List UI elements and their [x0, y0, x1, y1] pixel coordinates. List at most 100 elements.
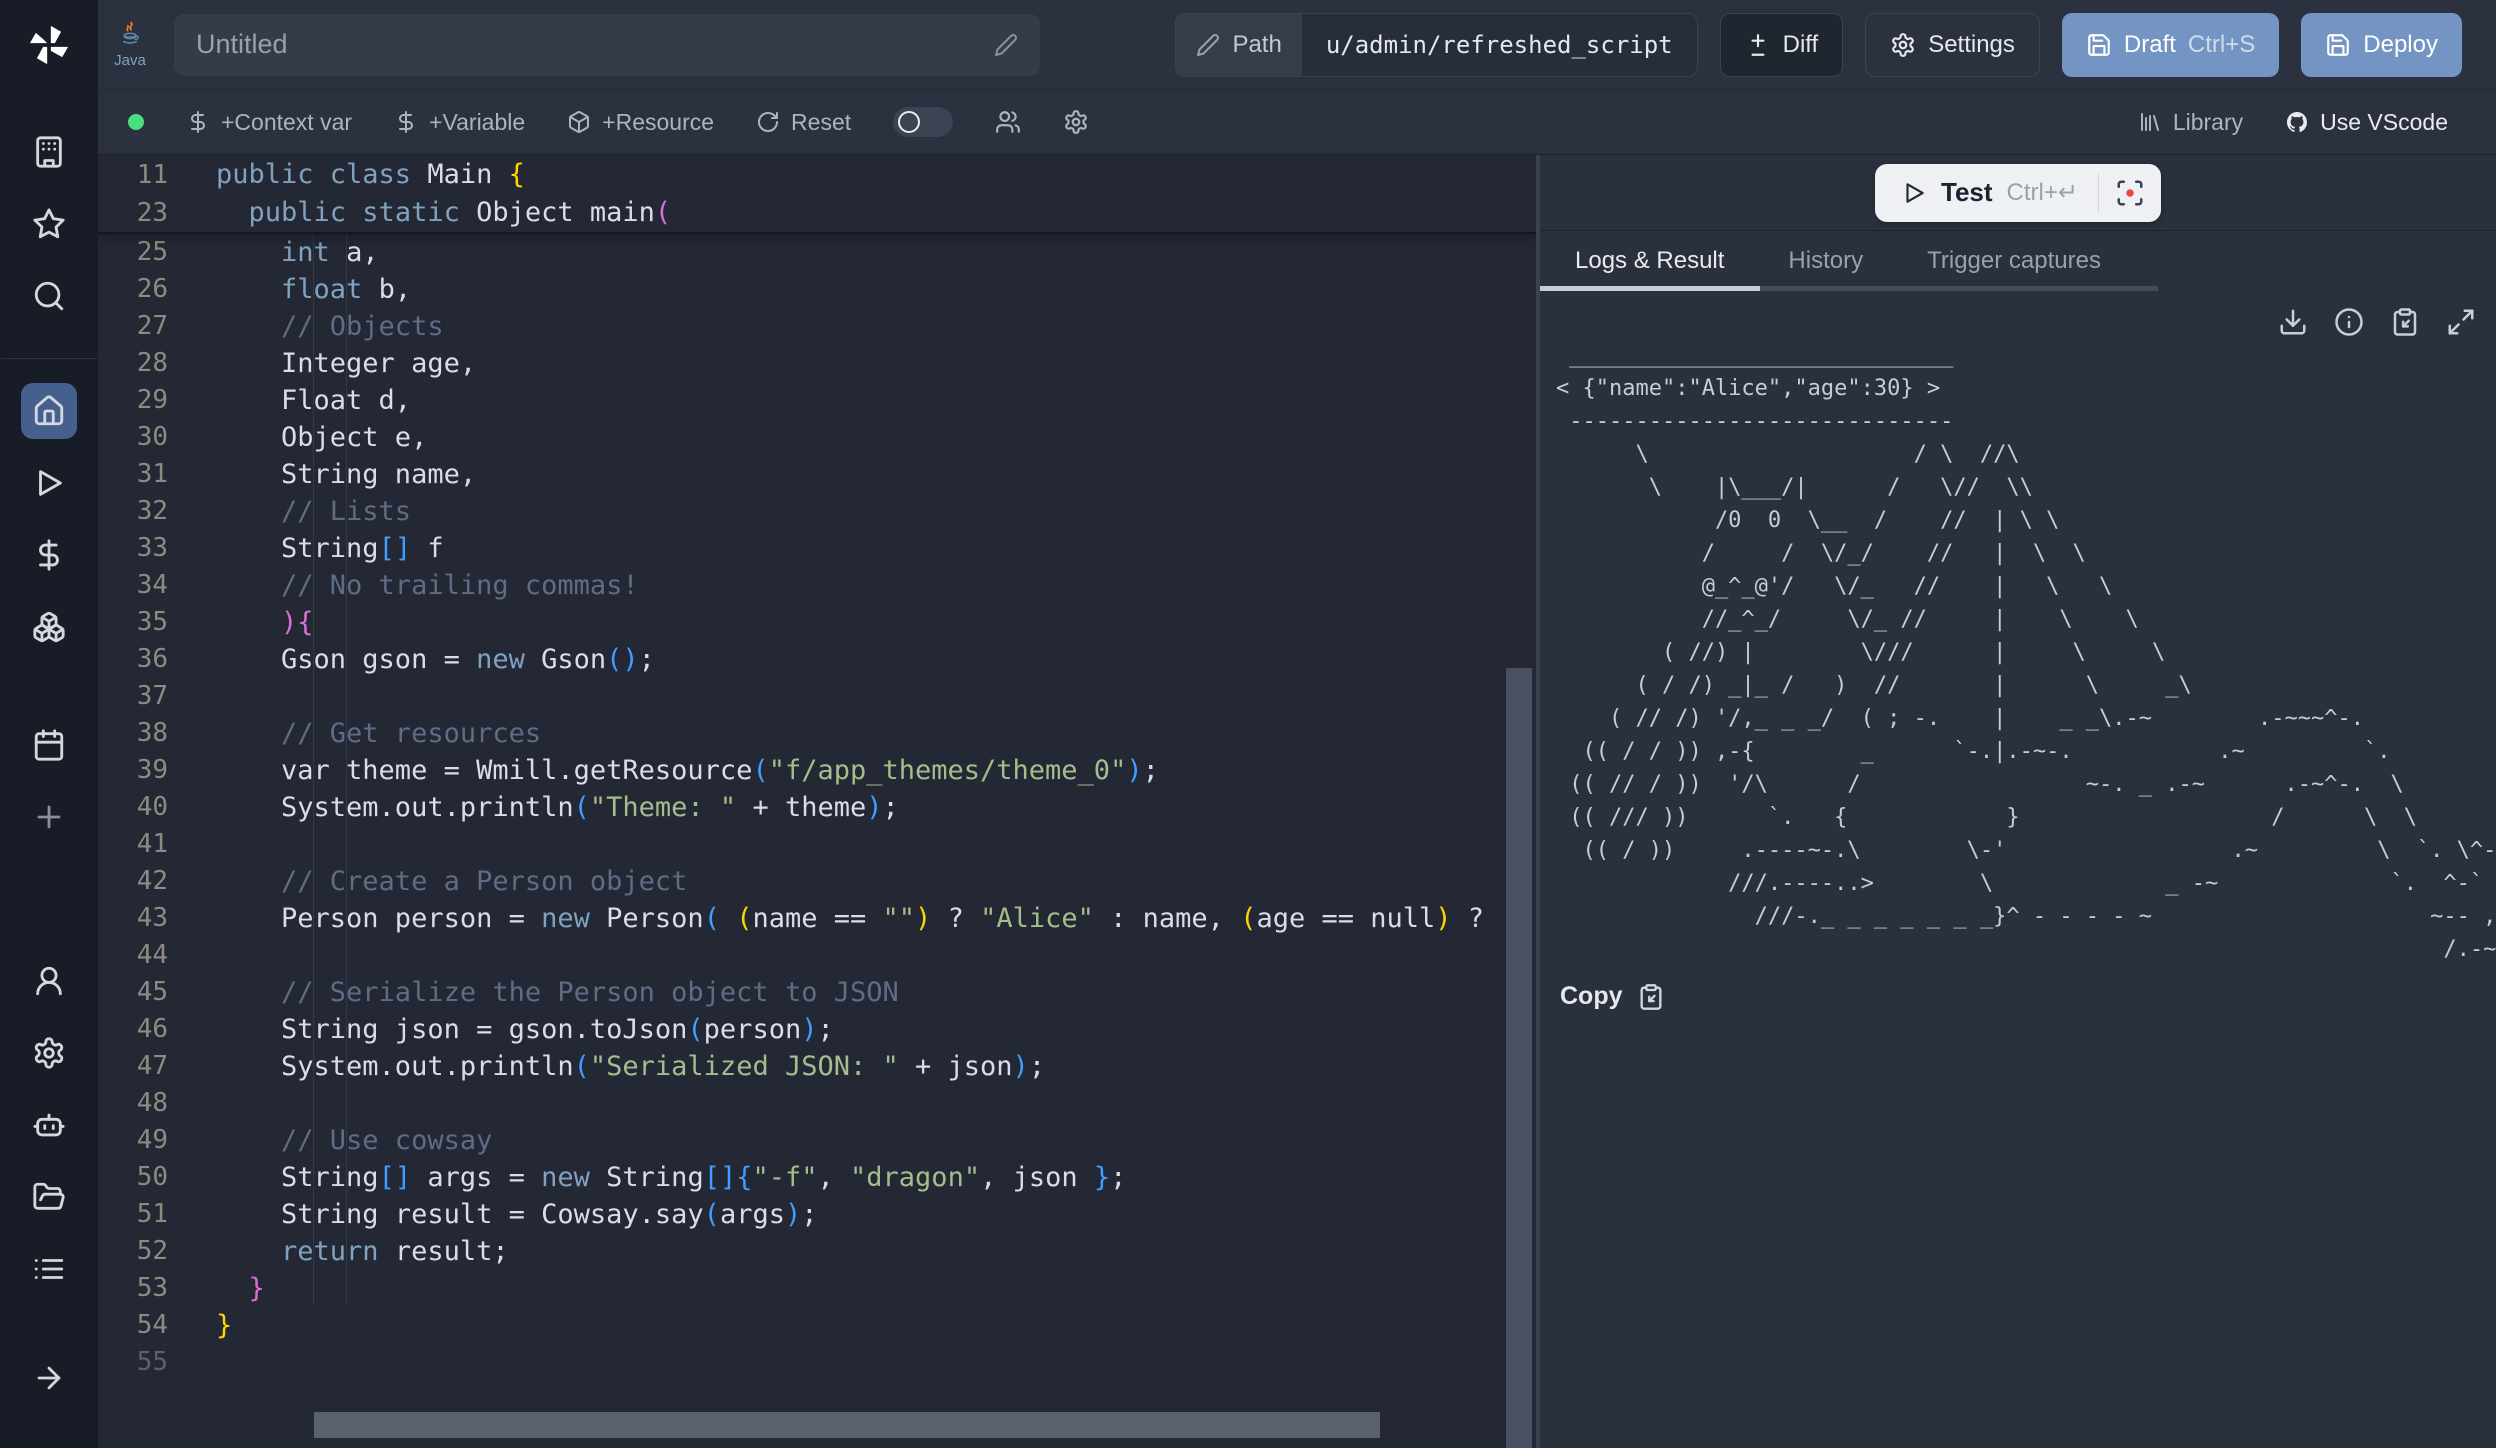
test-button[interactable]: Test Ctrl+↵ [1875, 164, 2161, 222]
line-number: 51 [98, 1196, 168, 1233]
clipboard-copy-icon[interactable] [2390, 307, 2420, 337]
code-editor[interactable]: 11public class Main {23 public static Ob… [98, 155, 1536, 1448]
sidebar-item-bot[interactable] [21, 1097, 77, 1153]
sidebar-item-folder-open[interactable] [21, 1169, 77, 1225]
line-number: 27 [98, 308, 168, 345]
sidebar-item-plus[interactable] [21, 789, 77, 845]
code-line-55[interactable]: 55 [98, 1344, 1536, 1381]
add-resource-button[interactable]: +Resource [567, 109, 714, 136]
path-field[interactable]: Path u/admin/refreshed_script [1175, 13, 1697, 77]
line-number: 37 [98, 678, 168, 715]
deploy-button[interactable]: Deploy [2301, 13, 2462, 77]
line-number: 45 [98, 974, 168, 1011]
code-line-54[interactable]: 54} [98, 1307, 1536, 1344]
reset-button[interactable]: Reset [756, 109, 851, 136]
rotate-cw-icon [756, 110, 780, 134]
sidebar-group [0, 709, 98, 853]
sidebar-group [0, 375, 98, 663]
line-number: 40 [98, 789, 168, 826]
sidebar-item-gear[interactable] [21, 1025, 77, 1081]
path-label: Path [1232, 31, 1281, 59]
download-icon[interactable] [2278, 307, 2308, 337]
use-vscode-button[interactable]: Use VScode [2285, 109, 2448, 136]
draft-button[interactable]: Draft Ctrl+S [2062, 13, 2279, 77]
editor-vertical-scrollbar[interactable] [1506, 668, 1532, 1448]
sidebar-item-user[interactable] [21, 953, 77, 1009]
tab-logs-result[interactable]: Logs & Result [1575, 247, 1724, 275]
editor-toolbar: +Context var +Variable +Resource Reset L… [98, 90, 2496, 155]
line-number: 48 [98, 1085, 168, 1122]
tab-trigger-captures[interactable]: Trigger captures [1927, 247, 2101, 275]
sidebar-item-list[interactable] [21, 1241, 77, 1297]
sidebar-group [0, 116, 98, 332]
sidebar-group [0, 945, 98, 1305]
sidebar-item-star[interactable] [21, 196, 77, 252]
maximize-icon[interactable] [2446, 307, 2476, 337]
info-icon[interactable] [2334, 307, 2364, 337]
line-content: } [216, 1307, 232, 1344]
play-icon [32, 466, 66, 500]
code-line-23[interactable]: 23 public static Object main( [98, 194, 1536, 232]
list-icon [32, 1252, 66, 1286]
deploy-icon [2325, 32, 2351, 58]
line-content: System.out.println("Serialized JSON: " +… [216, 1048, 1045, 1085]
tab-history[interactable]: History [1788, 247, 1863, 275]
panel-tabs: Logs & Result History Trigger captures [1540, 231, 2496, 291]
dollar-icon [32, 538, 66, 572]
add-context-var-button[interactable]: +Context var [186, 109, 352, 136]
bot-icon [32, 1108, 66, 1142]
line-number: 33 [98, 530, 168, 567]
line-number: 41 [98, 826, 168, 863]
library-button[interactable]: Library [2138, 109, 2243, 136]
editor-horizontal-scrollbar[interactable] [314, 1412, 1380, 1438]
indent-guide [313, 233, 314, 1306]
sidebar-divider [1, 358, 97, 359]
copy-label: Copy [1560, 982, 1623, 1011]
windmill-logo[interactable] [0, 0, 98, 90]
settings-label: Settings [1928, 31, 2015, 59]
test-shortcut: Ctrl+↵ [2007, 178, 2078, 207]
sidebar-item-building[interactable] [21, 124, 77, 180]
users-icon[interactable] [995, 109, 1021, 135]
copy-result-button[interactable]: Copy [1560, 982, 2496, 1011]
sidebar-item-boxes[interactable] [21, 599, 77, 655]
vscode-icon [2285, 110, 2309, 134]
search-icon [32, 279, 66, 313]
capture-test-icon[interactable] [2099, 178, 2161, 208]
line-number: 28 [98, 345, 168, 382]
assistant-toggle[interactable] [893, 107, 953, 137]
sidebar-item-home[interactable] [21, 383, 77, 439]
status-dot [128, 114, 144, 130]
line-number: 54 [98, 1307, 168, 1344]
line-content: // Create a Person object [216, 863, 687, 900]
sidebar-item-play[interactable] [21, 455, 77, 511]
diff-button[interactable]: Diff [1720, 13, 1844, 77]
line-number: 31 [98, 456, 168, 493]
line-number: 55 [98, 1344, 168, 1381]
sidebar-item-search[interactable] [21, 268, 77, 324]
line-content: ){ [216, 604, 314, 641]
result-content: _____________________________ < {"name":… [1540, 291, 2496, 1448]
add-variable-button[interactable]: +Variable [394, 109, 525, 136]
sidebar-item-calendar[interactable] [21, 717, 77, 773]
line-number: 26 [98, 271, 168, 308]
line-content: public static Object main( [216, 194, 671, 232]
sticky-scroll-lines[interactable]: 11public class Main {23 public static Ob… [98, 155, 1536, 234]
code-line-11[interactable]: 11public class Main { [98, 156, 1536, 194]
line-content: // Objects [216, 308, 444, 345]
line-number: 53 [98, 1270, 168, 1307]
language-badge-label: Java [114, 53, 146, 68]
settings-button[interactable]: Settings [1865, 13, 2040, 77]
editor-settings-icon[interactable] [1063, 109, 1089, 135]
line-number: 46 [98, 1011, 168, 1048]
line-number: 34 [98, 567, 168, 604]
draft-label: Draft [2124, 31, 2176, 59]
sidebar [0, 0, 98, 1448]
line-content: Gson gson = new Gson(); [216, 641, 655, 678]
line-number: 35 [98, 604, 168, 641]
script-title-input[interactable]: Untitled [174, 14, 1040, 76]
sidebar-item-arrow-right[interactable] [21, 1350, 77, 1406]
line-content: // No trailing commas! [216, 567, 639, 604]
sidebar-item-dollar[interactable] [21, 527, 77, 583]
edit-title-icon[interactable] [994, 33, 1018, 57]
